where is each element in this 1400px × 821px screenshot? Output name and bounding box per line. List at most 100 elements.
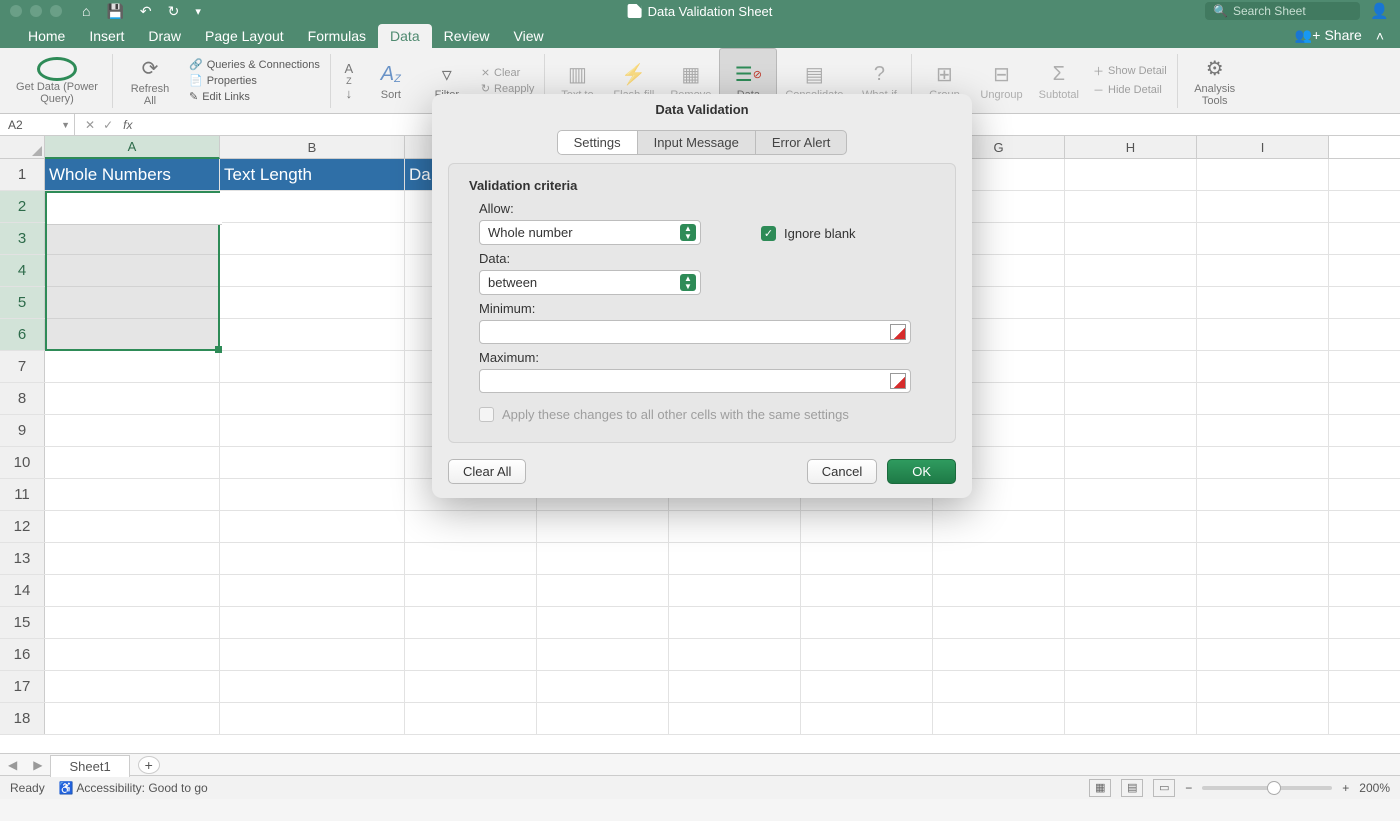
cell[interactable]: [220, 255, 405, 286]
row-header[interactable]: 11: [0, 479, 45, 510]
sheet-tab-sheet1[interactable]: Sheet1: [50, 755, 129, 777]
row-header[interactable]: 2: [0, 191, 45, 222]
cell[interactable]: [1065, 223, 1197, 254]
cell[interactable]: [1065, 415, 1197, 446]
toolbar-chevron-icon[interactable]: ▾: [195, 5, 201, 18]
cell[interactable]: [1065, 191, 1197, 222]
cell[interactable]: [220, 383, 405, 414]
name-box[interactable]: A2 ▼: [0, 114, 75, 135]
cell[interactable]: [220, 671, 405, 702]
fx-icon[interactable]: fx: [123, 118, 132, 132]
cell[interactable]: [801, 671, 933, 702]
cell[interactable]: [537, 639, 669, 670]
cell[interactable]: [220, 287, 405, 318]
cell[interactable]: [405, 639, 537, 670]
cell[interactable]: [1065, 447, 1197, 478]
sort-az-button[interactable]: AZ↓: [335, 48, 363, 113]
name-box-dropdown-icon[interactable]: ▼: [61, 120, 70, 130]
cell[interactable]: [1065, 671, 1197, 702]
cell[interactable]: [1065, 607, 1197, 638]
cell[interactable]: Text Length: [220, 159, 405, 190]
cell[interactable]: [537, 671, 669, 702]
cell[interactable]: [933, 511, 1065, 542]
tab-view[interactable]: View: [502, 24, 556, 48]
row-header[interactable]: 3: [0, 223, 45, 254]
dialog-tab-settings[interactable]: Settings: [558, 131, 638, 154]
home-icon[interactable]: ⌂: [82, 3, 90, 19]
zoom-level[interactable]: 200%: [1359, 781, 1390, 795]
cell[interactable]: [1197, 543, 1329, 574]
cell[interactable]: [1197, 319, 1329, 350]
cell[interactable]: [1065, 255, 1197, 286]
row-header[interactable]: 9: [0, 415, 45, 446]
cell[interactable]: [45, 255, 220, 286]
view-page-break-button[interactable]: ▭: [1153, 779, 1175, 797]
cell[interactable]: [933, 575, 1065, 606]
cell[interactable]: [220, 447, 405, 478]
row-header[interactable]: 10: [0, 447, 45, 478]
cell[interactable]: [1065, 575, 1197, 606]
share-button[interactable]: 👥+Share: [1295, 27, 1362, 44]
analysis-tools-button[interactable]: ⚙︎Analysis Tools: [1182, 48, 1248, 113]
cell[interactable]: [1197, 191, 1329, 222]
allow-select[interactable]: Whole number ▲▼: [479, 220, 701, 245]
ribbon-collapse-icon[interactable]: ˄: [1376, 28, 1384, 44]
cell[interactable]: [669, 607, 801, 638]
dialog-tab-error-alert[interactable]: Error Alert: [756, 131, 847, 154]
select-all-corner[interactable]: [0, 136, 45, 158]
cell[interactable]: [220, 479, 405, 510]
cell[interactable]: [220, 607, 405, 638]
cell[interactable]: [933, 703, 1065, 734]
dialog-tab-input-message[interactable]: Input Message: [638, 131, 756, 154]
cell[interactable]: [801, 575, 933, 606]
cell[interactable]: [1197, 447, 1329, 478]
cell[interactable]: [405, 703, 537, 734]
column-header-i[interactable]: I: [1197, 136, 1329, 158]
cell[interactable]: [669, 543, 801, 574]
row-header[interactable]: 12: [0, 511, 45, 542]
cell[interactable]: [220, 351, 405, 382]
cell[interactable]: [669, 511, 801, 542]
cell[interactable]: [1197, 703, 1329, 734]
column-header-a[interactable]: A: [45, 136, 220, 159]
ignore-blank-checkbox[interactable]: ✓: [761, 226, 776, 241]
zoom-window-icon[interactable]: [50, 5, 62, 17]
row-header[interactable]: 16: [0, 639, 45, 670]
cell[interactable]: [933, 671, 1065, 702]
add-sheet-button[interactable]: +: [138, 756, 160, 774]
cell[interactable]: [405, 511, 537, 542]
row-header[interactable]: 13: [0, 543, 45, 574]
row-header[interactable]: 6: [0, 319, 45, 350]
tab-insert[interactable]: Insert: [77, 24, 136, 48]
sort-button[interactable]: AZSort: [363, 48, 419, 113]
refresh-all-button[interactable]: ⟳ Refresh All: [117, 48, 183, 113]
cell[interactable]: [1197, 607, 1329, 638]
cell[interactable]: [45, 447, 220, 478]
cell[interactable]: [801, 607, 933, 638]
tab-review[interactable]: Review: [432, 24, 502, 48]
minimum-input[interactable]: [479, 320, 911, 344]
cell[interactable]: [801, 543, 933, 574]
cell[interactable]: [933, 543, 1065, 574]
maximum-input[interactable]: [479, 369, 911, 393]
cell[interactable]: [45, 703, 220, 734]
row-header[interactable]: 14: [0, 575, 45, 606]
get-data-button[interactable]: Get Data (Power Query): [6, 48, 108, 113]
tab-data[interactable]: Data: [378, 24, 432, 48]
cell[interactable]: [537, 703, 669, 734]
cell[interactable]: [405, 543, 537, 574]
cell[interactable]: [220, 223, 405, 254]
column-header-b[interactable]: B: [220, 136, 405, 158]
zoom-thumb[interactable]: [1267, 781, 1281, 795]
cell[interactable]: [220, 511, 405, 542]
range-picker-icon[interactable]: [890, 324, 906, 340]
cell[interactable]: [537, 543, 669, 574]
cell[interactable]: [405, 575, 537, 606]
row-header[interactable]: 8: [0, 383, 45, 414]
row-header[interactable]: 1: [0, 159, 45, 190]
range-picker-icon[interactable]: [890, 373, 906, 389]
row-header[interactable]: 5: [0, 287, 45, 318]
save-icon[interactable]: 💾: [106, 3, 123, 20]
redo-icon[interactable]: ↻: [168, 3, 180, 20]
cell[interactable]: [220, 191, 405, 222]
